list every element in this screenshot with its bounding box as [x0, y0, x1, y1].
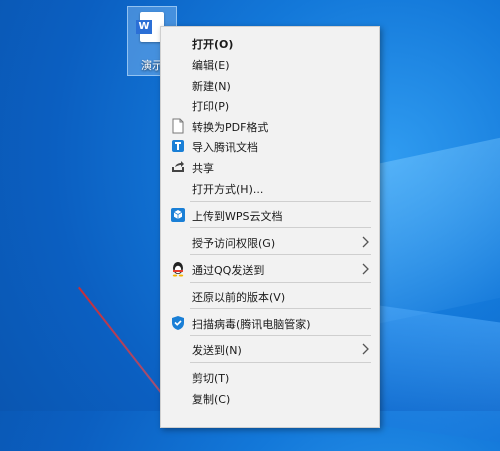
menu-item-label: 共享	[192, 162, 214, 175]
menu-item-import-tencent-docs[interactable]: 导入腾讯文档	[161, 136, 379, 156]
menu-separator	[190, 282, 371, 283]
menu-item-scan-virus[interactable]: 扫描病毒(腾讯电脑管家)	[161, 313, 379, 333]
context-menu: 打开(O) 编辑(E) 新建(N) 打印(P) 转换为PDF格式 导入腾讯文档 …	[160, 26, 380, 428]
menu-separator	[190, 362, 371, 363]
wps-cloud-icon	[171, 208, 185, 222]
menu-item-copy[interactable]: 复制(C)	[161, 388, 379, 408]
menu-item-send-via-qq[interactable]: 通过QQ发送到	[161, 259, 379, 279]
menu-item-label: 打开(O)	[192, 38, 234, 51]
menu-item-print[interactable]: 打印(P)	[161, 95, 379, 115]
menu-item-label: 剪切(T)	[192, 372, 230, 385]
chevron-right-icon	[362, 236, 369, 248]
menu-item-label: 还原以前的版本(V)	[192, 291, 286, 304]
menu-item-label: 复制(C)	[192, 393, 231, 406]
menu-item-label: 新建(N)	[192, 80, 231, 93]
tencent-docs-icon	[172, 140, 184, 152]
menu-item-label: 通过QQ发送到	[192, 264, 265, 277]
share-icon	[172, 161, 184, 172]
menu-item-edit[interactable]: 编辑(E)	[161, 54, 379, 74]
chevron-right-icon	[362, 263, 369, 275]
wallpaper-red-streak	[78, 286, 172, 407]
menu-item-label: 打印(P)	[192, 100, 230, 113]
menu-item-grant-access[interactable]: 授予访问权限(G)	[161, 232, 379, 252]
menu-separator	[190, 201, 371, 202]
menu-item-share[interactable]: 共享	[161, 157, 379, 177]
menu-item-send-to[interactable]: 发送到(N)	[161, 339, 379, 359]
menu-item-label: 扫描病毒(腾讯电脑管家)	[192, 318, 311, 331]
menu-item-convert-pdf[interactable]: 转换为PDF格式	[161, 116, 379, 136]
menu-item-new[interactable]: 新建(N)	[161, 75, 379, 95]
menu-item-label: 编辑(E)	[192, 59, 230, 72]
qq-penguin-icon	[172, 262, 184, 277]
wps-w-badge: W	[136, 20, 152, 34]
menu-item-open[interactable]: 打开(O)	[161, 33, 379, 53]
menu-item-upload-wps-cloud[interactable]: 上传到WPS云文档	[161, 205, 379, 225]
chevron-right-icon	[362, 343, 369, 355]
menu-item-label: 上传到WPS云文档	[192, 210, 283, 223]
tencent-pc-manager-shield-icon	[172, 316, 184, 330]
document-icon	[172, 118, 184, 134]
menu-item-open-with[interactable]: 打开方式(H)...	[161, 178, 379, 198]
menu-separator	[190, 308, 371, 309]
menu-separator	[190, 254, 371, 255]
menu-item-restore-previous-versions[interactable]: 还原以前的版本(V)	[161, 286, 379, 306]
menu-item-label: 转换为PDF格式	[192, 121, 269, 134]
menu-item-label: 导入腾讯文档	[192, 141, 258, 154]
menu-item-label: 打开方式(H)...	[192, 183, 264, 196]
menu-separator	[190, 335, 371, 336]
menu-item-cut[interactable]: 剪切(T)	[161, 367, 379, 387]
menu-item-label: 授予访问权限(G)	[192, 237, 276, 250]
menu-separator	[190, 227, 371, 228]
menu-item-label: 发送到(N)	[192, 344, 242, 357]
